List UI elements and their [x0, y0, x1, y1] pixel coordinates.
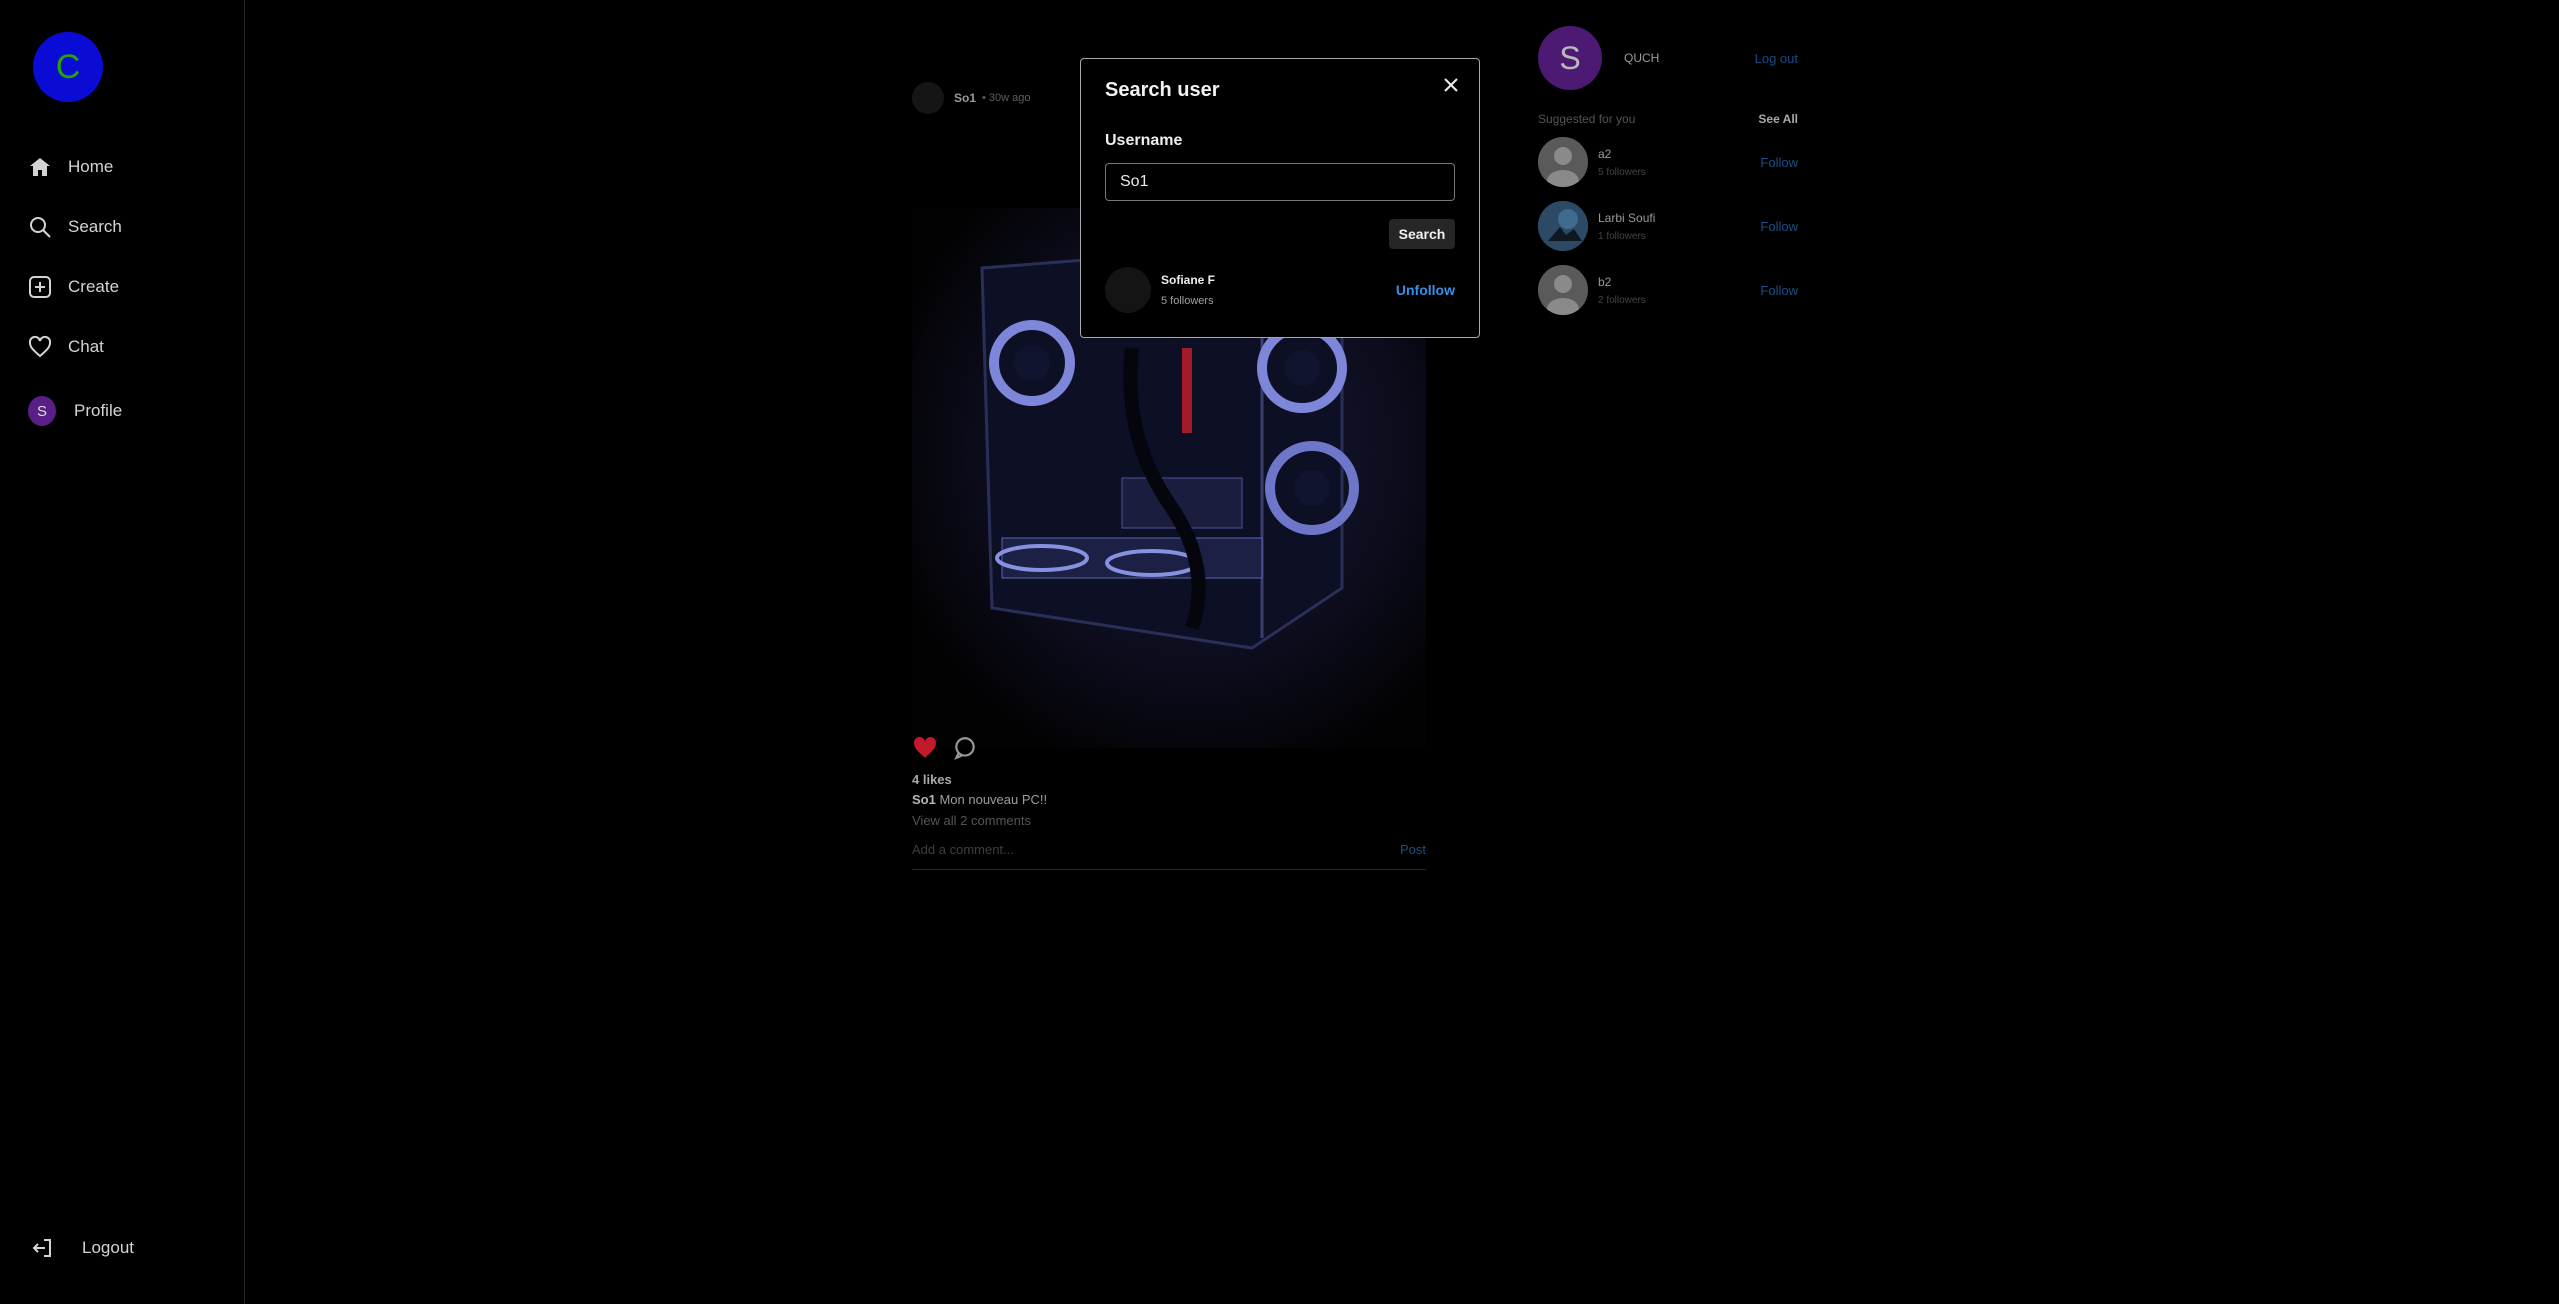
- avatar[interactable]: [1538, 137, 1588, 187]
- suggestion-followers: 1 followers: [1598, 230, 1646, 242]
- comment-input[interactable]: [912, 842, 1312, 857]
- avatar[interactable]: [912, 82, 944, 114]
- close-icon[interactable]: [1439, 73, 1463, 97]
- see-all-link[interactable]: See All: [1758, 112, 1798, 126]
- follow-button[interactable]: Follow: [1760, 155, 1798, 170]
- app-logo[interactable]: C: [33, 32, 103, 102]
- view-comments-link[interactable]: View all 2 comments: [912, 813, 1031, 828]
- sidebar-logout[interactable]: Logout: [28, 1228, 134, 1268]
- suggestion-item: Larbi Soufi 1 followers Follow: [1538, 194, 1798, 258]
- post-comment-button[interactable]: Post: [1400, 842, 1426, 857]
- app-root: C Home Search Create Chat S Profile Logo…: [0, 0, 2559, 1304]
- current-username: QUCH: [1624, 51, 1660, 65]
- suggestions-title: Suggested for you: [1538, 112, 1636, 126]
- logout-link[interactable]: Log out: [1755, 51, 1798, 66]
- post-likes-count: 4 likes: [912, 772, 952, 787]
- sidebar-item-home[interactable]: Home: [26, 147, 113, 187]
- username-input[interactable]: [1105, 163, 1455, 201]
- avatar[interactable]: [1105, 267, 1151, 313]
- right-panel: S QUCH Log out Suggested for you See All…: [1538, 24, 1798, 322]
- suggestions-header: Suggested for you See All: [1538, 112, 1798, 126]
- suggestion-name[interactable]: Larbi Soufi: [1598, 211, 1655, 225]
- sidebar-item-profile[interactable]: S Profile: [28, 391, 122, 431]
- sidebar-item-label: Home: [68, 157, 114, 176]
- sidebar-item-label: Logout: [82, 1238, 134, 1257]
- avatar[interactable]: [1538, 201, 1588, 251]
- suggestion-info: a2 5 followers: [1598, 147, 1646, 178]
- search-icon: [26, 213, 54, 241]
- post-time: • 30w ago: [982, 92, 1031, 104]
- caption-text: Mon nouveau PC!!: [939, 792, 1048, 807]
- sidebar-item-label: Chat: [68, 337, 104, 356]
- comment-row: Post: [912, 830, 1426, 870]
- result-followers: 5 followers: [1161, 295, 1214, 307]
- logo-letter: C: [55, 47, 81, 86]
- search-user-modal: Search user Username Search Sofiane F 5 …: [1080, 58, 1480, 338]
- plus-square-icon: [26, 273, 54, 301]
- sidebar-item-create[interactable]: Create: [26, 267, 119, 307]
- sidebar-item-label: Search: [68, 217, 122, 236]
- avatar[interactable]: S: [1538, 26, 1602, 90]
- suggestion-followers: 5 followers: [1598, 166, 1646, 178]
- current-user-row: S QUCH Log out: [1538, 24, 1798, 92]
- caption-username[interactable]: So1: [912, 792, 936, 807]
- username-label: Username: [1105, 132, 1183, 149]
- default-user-icon: [1538, 137, 1588, 187]
- suggestion-info: Larbi Soufi 1 followers: [1598, 211, 1655, 242]
- logout-icon: [28, 1234, 56, 1262]
- sidebar-item-chat[interactable]: Chat: [26, 327, 104, 367]
- follow-button[interactable]: Follow: [1760, 219, 1798, 234]
- suggestion-item: b2 2 followers Follow: [1538, 258, 1798, 322]
- profile-avatar: S: [28, 396, 56, 426]
- post-caption: So1 Mon nouveau PC!!: [912, 792, 1047, 807]
- avatar[interactable]: [1538, 265, 1588, 315]
- suggestion-name[interactable]: b2: [1598, 275, 1646, 289]
- suggestion-name[interactable]: a2: [1598, 147, 1646, 161]
- search-result-item: Sofiane F 5 followers Unfollow: [1105, 265, 1455, 315]
- search-button[interactable]: Search: [1389, 219, 1455, 249]
- follow-button[interactable]: Follow: [1760, 283, 1798, 298]
- post-username[interactable]: So1: [954, 91, 976, 105]
- suggestion-item: a2 5 followers Follow: [1538, 130, 1798, 194]
- like-heart-icon[interactable]: [912, 735, 938, 766]
- user-photo-icon: [1538, 201, 1588, 251]
- comment-bubble-icon[interactable]: [952, 735, 978, 766]
- post-actions: [912, 735, 978, 766]
- heart-icon: [26, 333, 54, 361]
- sidebar-item-label: Profile: [74, 401, 123, 420]
- unfollow-button[interactable]: Unfollow: [1396, 282, 1455, 298]
- suggestion-followers: 2 followers: [1598, 294, 1646, 306]
- suggestion-info: b2 2 followers: [1598, 275, 1646, 306]
- sidebar-item-label: Create: [68, 277, 120, 296]
- sidebar-item-search[interactable]: Search: [26, 207, 122, 247]
- avatar: S: [28, 396, 56, 426]
- modal-title: Search user: [1105, 79, 1220, 101]
- result-name[interactable]: Sofiane F: [1161, 273, 1215, 287]
- sidebar: C Home Search Create Chat S Profile Logo…: [0, 0, 245, 1304]
- home-icon: [26, 153, 54, 181]
- result-info: Sofiane F 5 followers: [1161, 273, 1215, 307]
- default-user-icon: [1538, 265, 1588, 315]
